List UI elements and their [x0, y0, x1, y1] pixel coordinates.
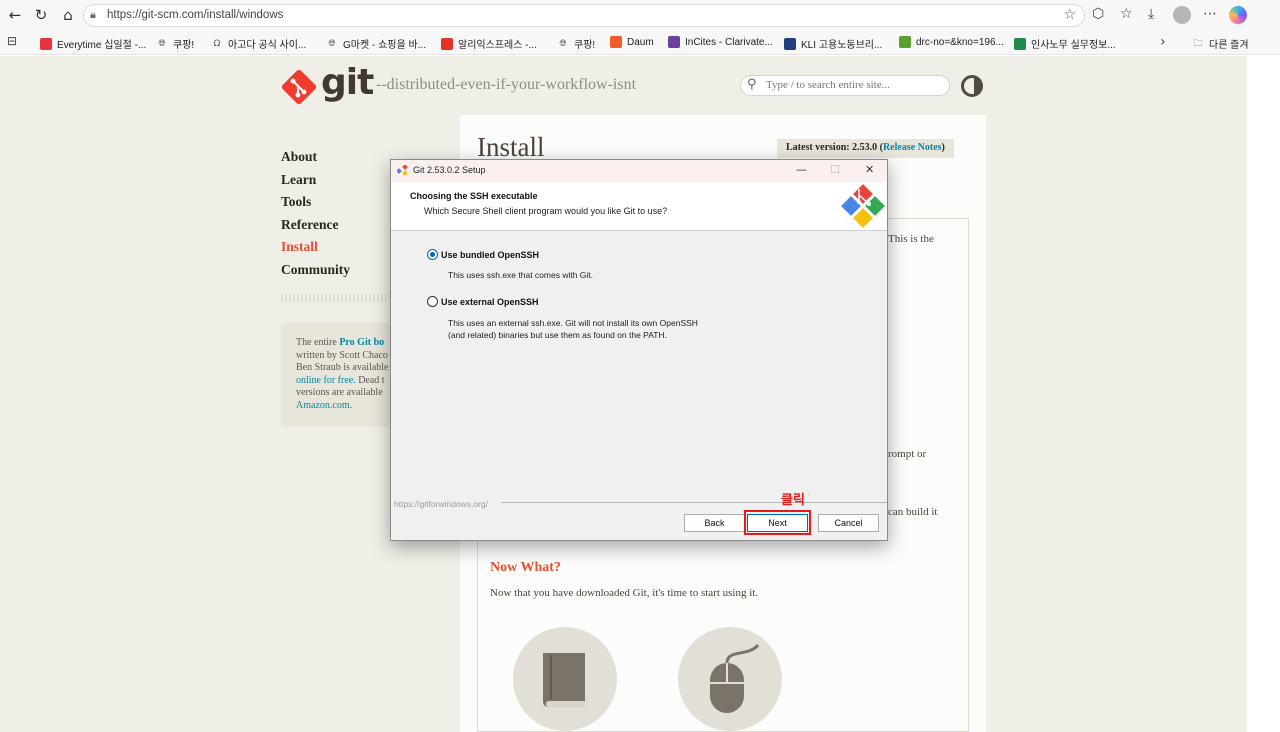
- bookmark-daum[interactable]: Daum: [610, 36, 654, 48]
- copilot-icon[interactable]: [1229, 6, 1247, 24]
- address-bar[interactable]: 🔒︎ https://git-scm.com/install/windows ☆: [83, 4, 1085, 27]
- lock-icon: 🔒︎: [90, 8, 96, 21]
- radio-bundled-openssh[interactable]: [427, 249, 438, 260]
- amazon-link[interactable]: Amazon.com: [296, 400, 350, 411]
- site-tagline: --distributed-even-if-your-workflow-isnt: [376, 76, 637, 93]
- bookmark-aliexpress[interactable]: 알리익스프레스 -...: [441, 36, 537, 51]
- more-menu-icon[interactable]: ⋯: [1203, 6, 1217, 22]
- git-setup-dialog: Git 2.53.0.2 Setup — ☐ ✕ Choosing the SS…: [390, 159, 888, 541]
- option-label[interactable]: Use external OpenSSH: [441, 297, 539, 307]
- git-for-windows-logo-icon: [841, 184, 885, 228]
- back-arrow-icon[interactable]: ←: [5, 5, 25, 25]
- radio-external-openssh[interactable]: [427, 296, 438, 307]
- sidebar-item-tools[interactable]: Tools: [281, 193, 350, 216]
- option-external-openssh[interactable]: Use external OpenSSH: [427, 296, 539, 307]
- dialog-footer-separator: [501, 502, 887, 503]
- option-description: This uses ssh.exe that comes with Git.: [448, 270, 594, 280]
- agoda-icon: Ω: [213, 38, 221, 49]
- content-text-fragment: This is the: [888, 233, 934, 245]
- favorite-star-icon[interactable]: ☆: [1063, 7, 1076, 23]
- maximize-icon: ☐: [830, 163, 840, 176]
- extensions-icon[interactable]: ⬡: [1092, 6, 1104, 22]
- globe-icon: 🌐︎: [559, 38, 567, 49]
- content-text-fragment: rompt or: [888, 448, 927, 460]
- option-bundled-openssh[interactable]: Use bundled OpenSSH: [427, 249, 539, 260]
- sidebar-item-about[interactable]: About: [281, 148, 350, 171]
- drc-icon: [899, 36, 911, 48]
- dialog-header: Choosing the SSH executable Which Secure…: [391, 182, 887, 231]
- incites-icon: [668, 36, 680, 48]
- globe-icon: 🌐︎: [328, 38, 336, 49]
- click-highlight-box: [744, 510, 811, 535]
- sidebar-item-learn[interactable]: Learn: [281, 171, 350, 194]
- cancel-button[interactable]: Cancel: [818, 514, 879, 532]
- online-free-link[interactable]: online for free.: [296, 375, 356, 386]
- dialog-title: Git 2.53.0.2 Setup: [413, 165, 486, 175]
- minimize-icon[interactable]: —: [796, 163, 807, 176]
- site-sidebar-nav: About Learn Tools Reference Install Comm…: [281, 148, 350, 283]
- release-notes-link[interactable]: Release Notes: [883, 142, 942, 153]
- daum-icon: [610, 36, 622, 48]
- bookmark-gmarket[interactable]: 🌐︎ G마켓 - 쇼핑을 바...: [326, 36, 426, 52]
- tab-actions-icon[interactable]: ⊟: [7, 34, 17, 48]
- browser-toolbar: ← ↻ ⌂ 🔒︎ https://git-scm.com/install/win…: [0, 0, 1280, 31]
- everytime-icon: [40, 37, 52, 50]
- pro-git-book-link[interactable]: Pro Git bo: [339, 337, 384, 348]
- now-what-text: Now that you have downloaded Git, it's t…: [490, 587, 759, 599]
- bookmark-kli[interactable]: KLI 고용노동브리...: [784, 36, 882, 51]
- site-search-input[interactable]: ⚲ Type / to search entire site...: [740, 75, 950, 96]
- aliexpress-icon: [441, 37, 453, 50]
- mouse-icon: [710, 643, 760, 713]
- book-circle[interactable]: [513, 627, 617, 731]
- home-icon[interactable]: ⌂: [58, 5, 78, 25]
- click-annotation-label: 클릭: [781, 493, 805, 508]
- sidebar-item-community[interactable]: Community: [281, 261, 350, 284]
- option-label[interactable]: Use bundled OpenSSH: [441, 250, 539, 260]
- latest-version-badge: Latest version: 2.53.0 (Release Notes): [777, 139, 954, 158]
- dialog-titlebar[interactable]: Git 2.53.0.2 Setup — ☐ ✕: [391, 160, 887, 182]
- dialog-header-subtitle: Which Secure Shell client program would …: [424, 206, 668, 216]
- bookmark-coupang-2[interactable]: 🌐︎ 쿠팡!: [557, 36, 595, 52]
- search-placeholder: Type / to search entire site...: [766, 79, 890, 91]
- option-description: This uses an external ssh.exe. Git will …: [448, 318, 698, 340]
- site-logo-text[interactable]: git: [321, 62, 374, 103]
- bookmark-incites[interactable]: InCites - Clarivate...: [668, 36, 773, 48]
- sheet-icon: [1014, 37, 1026, 50]
- git-setup-icon: [397, 165, 408, 176]
- bookmarks-bar: ⊟ Everytime 십일절 -... 🌐︎ 쿠팡! Ω 아고다 공식 사이...…: [0, 31, 1280, 55]
- bookmark-drc[interactable]: drc-no=&kno=196...: [899, 36, 1004, 48]
- search-icon: ⚲: [747, 77, 757, 92]
- content-text-fragment: can build it: [888, 506, 938, 518]
- book-icon: [543, 653, 585, 707]
- scrollbar-track[interactable]: [1247, 56, 1280, 732]
- git-logo-icon[interactable]: [281, 69, 317, 105]
- bookmark-insanomu[interactable]: 인사노무 실무정보...: [1014, 36, 1116, 51]
- chevron-right-icon[interactable]: ›: [1160, 34, 1166, 50]
- bookmark-other-folder[interactable]: 🗀︎ 다른 즐겨: [1192, 36, 1248, 52]
- downloads-icon[interactable]: ⤓: [1148, 6, 1154, 22]
- globe-icon: 🌐︎: [158, 38, 166, 49]
- now-what-heading: Now What?: [490, 560, 561, 575]
- bookmark-everytime[interactable]: Everytime 십일절 -...: [40, 36, 146, 51]
- gitforwindows-url: https://gitforwindows.org/: [394, 499, 489, 509]
- mouse-circle[interactable]: [678, 627, 782, 731]
- kli-icon: [784, 37, 796, 50]
- close-icon[interactable]: ✕: [865, 163, 874, 176]
- dialog-header-title: Choosing the SSH executable: [410, 191, 538, 201]
- sidebar-item-reference[interactable]: Reference: [281, 216, 350, 239]
- profile-avatar[interactable]: [1173, 6, 1191, 24]
- refresh-icon[interactable]: ↻: [31, 5, 51, 25]
- sidebar-item-install[interactable]: Install: [281, 238, 350, 261]
- url-text[interactable]: https://git-scm.com/install/windows: [107, 9, 283, 21]
- bookmark-agoda[interactable]: Ω 아고다 공식 사이...: [211, 36, 307, 52]
- back-button[interactable]: Back: [684, 514, 745, 532]
- favorites-icon[interactable]: ☆: [1120, 6, 1133, 22]
- bookmark-coupang-1[interactable]: 🌐︎ 쿠팡!: [156, 36, 194, 52]
- folder-icon: 🗀︎: [1193, 38, 1203, 49]
- dark-mode-toggle-icon[interactable]: [961, 75, 983, 97]
